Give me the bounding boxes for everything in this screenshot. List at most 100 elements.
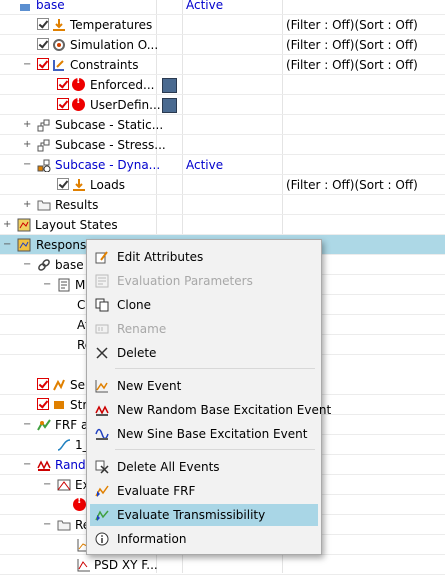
tree-label: UserDefin...: [90, 98, 161, 112]
menu-item-label: Information: [117, 532, 187, 546]
tree-row-subcase-dynamic[interactable]: − Subcase - Dyna... Active: [0, 155, 445, 175]
expand-icon[interactable]: +: [23, 120, 31, 130]
tree-row-loads[interactable]: Loads (Filter : Off)(Sort : Off): [0, 175, 445, 195]
stress-icon: [54, 401, 64, 409]
status-cell: Active: [186, 158, 224, 172]
excitation-icon: [57, 479, 71, 491]
menu-item-clone[interactable]: Clone: [90, 294, 318, 316]
menu-item-label: Delete: [117, 346, 157, 360]
menu-item-label: New Random Base Excitation Event: [117, 403, 332, 417]
filter-cell: (Filter : Off)(Sort : Off): [286, 178, 418, 192]
tree-row-psd[interactable]: PSD XY F...: [0, 555, 445, 575]
tree-row-base[interactable]: base Active: [0, 0, 445, 15]
sine-event-icon: [95, 428, 109, 440]
checkbox[interactable]: [37, 38, 49, 50]
expand-icon[interactable]: +: [23, 200, 31, 210]
tree-row-user-defined[interactable]: UserDefin...: [0, 95, 445, 115]
error-icon: [72, 75, 85, 91]
psd-plot-icon: [77, 559, 90, 572]
expand-icon[interactable]: +: [3, 220, 11, 230]
rename-icon: [95, 324, 109, 334]
tree-row-temperatures[interactable]: Temperatures (Filter : Off)(Sort : Off): [0, 15, 445, 35]
collapse-icon[interactable]: −: [43, 520, 51, 530]
menu-item-label: Edit Attributes: [117, 250, 204, 264]
document-icon: [58, 278, 70, 292]
collapse-icon[interactable]: −: [23, 420, 31, 430]
tree-row-layout-states[interactable]: + Layout States: [0, 215, 445, 235]
temperature-load-icon: [53, 19, 65, 31]
part-icon: [20, 4, 30, 11]
checkbox[interactable]: [37, 398, 49, 410]
delete-icon: [96, 347, 108, 359]
filter-cell: (Filter : Off)(Sort : Off): [286, 38, 418, 52]
collapse-icon[interactable]: −: [3, 240, 11, 250]
frf-icon: [37, 419, 51, 431]
evaluation-parameters-icon: [95, 274, 109, 288]
simulation-options-icon: [53, 39, 65, 51]
menu-item-delete-all-events[interactable]: Delete All Events: [90, 456, 318, 478]
status-cell: Active: [186, 0, 224, 12]
edit-attributes-icon: [95, 251, 108, 264]
error-icon: [72, 95, 85, 111]
collapse-icon[interactable]: −: [23, 460, 31, 470]
response-dynamic-icon: [17, 238, 31, 252]
menu-item-label: New Sine Base Excitation Event: [117, 427, 308, 441]
tree-label: Results: [55, 198, 99, 212]
folder-icon: [57, 520, 71, 531]
menu-item-edit-attributes[interactable]: Edit Attributes: [90, 246, 318, 268]
evaluate-frf-icon: [95, 485, 109, 497]
checkbox[interactable]: [57, 78, 69, 90]
checkbox[interactable]: [37, 58, 49, 70]
error-icon: [73, 495, 86, 511]
checkbox[interactable]: [37, 18, 49, 30]
menu-item-new-sine-base-excitation[interactable]: New Sine Base Excitation Event: [90, 423, 318, 445]
tree-label: Simulation O...: [70, 38, 159, 52]
tree-row-results[interactable]: + Results: [0, 195, 445, 215]
menu-item-new-random-base-excitation[interactable]: New Random Base Excitation Event: [90, 399, 331, 421]
menu-separator: [115, 368, 315, 369]
curve-icon: [57, 439, 71, 451]
color-swatch[interactable]: [162, 78, 177, 93]
collapse-icon[interactable]: −: [23, 60, 31, 70]
folder-icon: [37, 200, 51, 211]
menu-item-rename[interactable]: Rename: [90, 318, 318, 340]
menu-item-information[interactable]: Information: [90, 528, 318, 550]
collapse-icon[interactable]: −: [43, 280, 51, 290]
tree-label: Enforced...: [90, 78, 155, 92]
collapse-icon[interactable]: −: [43, 480, 51, 490]
constraints-icon: [53, 60, 64, 71]
checkbox[interactable]: [57, 178, 69, 190]
link-icon: [38, 259, 50, 271]
checkbox[interactable]: [57, 98, 69, 110]
tree-row-simulation-options[interactable]: Simulation O... (Filter : Off)(Sort : Of…: [0, 35, 445, 55]
menu-item-evaluate-frf[interactable]: Evaluate FRF: [90, 480, 318, 502]
information-icon: [95, 532, 109, 546]
tree-label: Loads: [90, 178, 126, 192]
collapse-icon[interactable]: −: [23, 260, 31, 270]
menu-item-evaluation-parameters[interactable]: Evaluation Parameters: [90, 270, 318, 292]
menu-item-label: Evaluate FRF: [117, 484, 196, 498]
color-swatch[interactable]: [162, 98, 177, 113]
checkbox[interactable]: [37, 378, 49, 390]
expand-icon[interactable]: +: [23, 140, 31, 150]
tree-label: Subcase - Static...: [55, 118, 164, 132]
sensor-icon: [53, 379, 65, 391]
tree-row-enforced[interactable]: Enforced...: [0, 75, 445, 95]
filter-cell: (Filter : Off)(Sort : Off): [286, 58, 418, 72]
tree-label: Str: [70, 398, 88, 412]
subcase-icon: [37, 139, 50, 152]
tree-row-constraints[interactable]: − Constraints (Filter : Off)(Sort : Off): [0, 55, 445, 75]
menu-item-delete[interactable]: Delete: [90, 342, 318, 364]
new-event-icon: [95, 380, 108, 393]
tree-row-subcase-stress[interactable]: + Subcase - Stress...: [0, 135, 445, 155]
tree-label: Subcase - Stress...: [55, 138, 166, 152]
menu-item-label: Clone: [117, 298, 152, 312]
tree-label: Constraints: [70, 58, 139, 72]
collapse-icon[interactable]: −: [23, 160, 31, 170]
tree-row-subcase-static[interactable]: + Subcase - Static...: [0, 115, 445, 135]
menu-item-new-event[interactable]: New Event: [90, 375, 318, 397]
tree-label: base: [36, 0, 65, 12]
menu-item-label: Rename: [117, 322, 167, 336]
menu-item-label: Evaluation Parameters: [117, 274, 253, 288]
menu-item-evaluate-transmissibility[interactable]: Evaluate Transmissibility: [90, 504, 318, 526]
